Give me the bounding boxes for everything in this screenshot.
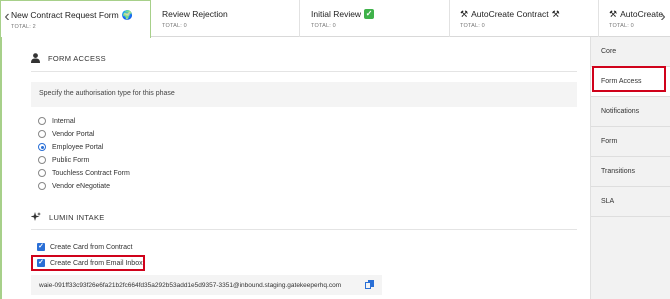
tab-total: TOTAL: 2: [11, 24, 36, 30]
radio-button[interactable]: [38, 117, 46, 125]
lumin-intake-header: LUMIN INTAKE: [31, 212, 105, 222]
radio-label: Vendor Portal: [52, 130, 95, 138]
sidebar-item-notifications[interactable]: Notifications: [591, 97, 670, 127]
phase-tab-bar: New Contract Request Form 🌍 TOTAL: 2 Rev…: [0, 0, 670, 38]
hammer-pick-icon: ⚒: [551, 8, 560, 19]
tab-review-rejection[interactable]: Review Rejection TOTAL: 0: [151, 0, 300, 37]
radio-button[interactable]: [38, 182, 46, 190]
hammer-pick-icon: ⚒: [460, 8, 469, 19]
phase-settings-panel: FORM ACCESS Specify the authorisation ty…: [0, 37, 590, 299]
sidebar-item-label: Form: [601, 138, 618, 145]
tab-total: TOTAL: 0: [162, 23, 187, 29]
sidebar-item-transitions[interactable]: Transitions: [591, 157, 670, 187]
person-icon: [31, 53, 40, 63]
tab-label: Review Rejection: [162, 9, 228, 19]
sidebar-item-sla[interactable]: SLA: [591, 187, 670, 217]
sparkle-icon: [31, 212, 41, 221]
sidebar-item-core[interactable]: Core: [591, 37, 670, 67]
tab-initial-review[interactable]: Initial Review ✓ TOTAL: 0: [300, 0, 450, 37]
tab-total: TOTAL: 0: [460, 23, 485, 29]
instruction-text: Specify the authorisation type for this …: [39, 90, 175, 97]
radio-option-internal[interactable]: Internal: [38, 117, 75, 125]
sidebar-item-form[interactable]: Form: [591, 127, 670, 157]
tab-new-contract-request-form[interactable]: New Contract Request Form 🌍 TOTAL: 2: [0, 0, 151, 38]
radio-option-vendor-portal[interactable]: Vendor Portal: [38, 130, 94, 138]
email-inbox-highlight-box: [31, 255, 145, 271]
tabs-scroll-right-icon[interactable]: ›: [658, 8, 668, 28]
checkbox-create-card-from-contract[interactable]: ✓ Create Card from Contract: [37, 243, 132, 251]
sidebar-item-label: SLA: [601, 198, 615, 205]
tabs-scroll-left-icon[interactable]: ‹: [2, 8, 12, 28]
radio-button[interactable]: [38, 169, 46, 177]
radio-label: Employee Portal: [52, 143, 104, 151]
form-access-header: FORM ACCESS: [31, 53, 106, 63]
sidebar-item-label: Core: [601, 48, 617, 55]
radio-button-selected[interactable]: [38, 143, 46, 151]
radio-option-vendor-enegotiate[interactable]: Vendor eNegotiate: [38, 182, 110, 190]
tab-autocreate-contract[interactable]: ⚒ AutoCreate Contract ⚒ TOTAL: 0: [450, 0, 599, 37]
radio-label: Public Form: [52, 156, 90, 164]
radio-label: Internal: [52, 117, 76, 125]
copy-icon[interactable]: [365, 280, 374, 290]
radio-label: Touchless Contract Form: [52, 169, 130, 177]
check-mark-icon: ✓: [364, 9, 375, 19]
inbound-email-address: waie-091ff33c93f26e6fa21b2fc664fd35a292b…: [31, 275, 382, 295]
sidebar-item-label: Notifications: [601, 108, 640, 115]
sidebar-item-label: Transitions: [601, 168, 635, 175]
radio-label: Vendor eNegotiate: [52, 182, 110, 190]
tab-label: New Contract Request Form: [11, 10, 119, 20]
globe-icon: 🌍: [121, 9, 133, 20]
divider: [31, 229, 577, 230]
radio-option-public-form[interactable]: Public Form: [38, 156, 89, 164]
radio-button[interactable]: [38, 130, 46, 138]
authorisation-instruction: Specify the authorisation type for this …: [31, 82, 577, 107]
checkbox-label: Create Card from Contract: [50, 243, 133, 251]
form-access-highlight-box: [592, 66, 666, 92]
hammer-pick-icon: ⚒: [609, 8, 618, 19]
tab-label: AutoCreate Contract: [471, 9, 549, 19]
tab-total: TOTAL: 0: [311, 23, 336, 29]
section-title: LUMIN INTAKE: [49, 212, 105, 222]
section-title: FORM ACCESS: [48, 53, 106, 63]
tab-label: AutoCreate: [620, 9, 664, 19]
radio-button[interactable]: [38, 156, 46, 164]
email-address-text: waie-091ff33c93f26e6fa21b2fc664fd35a292b…: [39, 281, 342, 289]
radio-option-touchless-contract-form[interactable]: Touchless Contract Form: [38, 169, 130, 177]
checkbox-checked[interactable]: ✓: [37, 243, 45, 251]
radio-option-employee-portal[interactable]: Employee Portal: [38, 143, 103, 151]
divider: [31, 71, 577, 72]
tab-label: Initial Review: [311, 9, 362, 19]
